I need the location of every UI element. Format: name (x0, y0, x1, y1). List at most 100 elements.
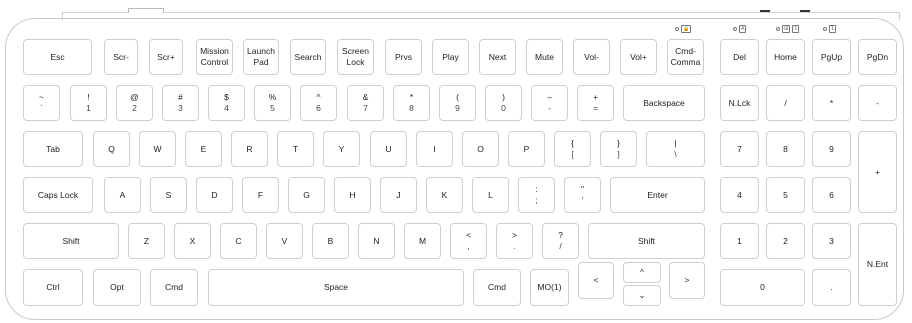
key-mission-control[interactable]: Mission Control (196, 39, 233, 75)
key-right-bracket[interactable]: }] (600, 131, 637, 167)
key-num-lock[interactable]: N.Lck (720, 85, 759, 121)
key-play[interactable]: Play (432, 39, 469, 75)
key-enter[interactable]: Enter (610, 177, 705, 213)
key-right-cmd[interactable]: Cmd (473, 269, 521, 306)
key-g[interactable]: G (288, 177, 325, 213)
key-b[interactable]: B (312, 223, 349, 259)
key-m[interactable]: M (404, 223, 441, 259)
key-num-7[interactable]: 7 (720, 131, 759, 167)
key-num-1[interactable]: 1 (720, 223, 759, 259)
key-k[interactable]: K (426, 177, 463, 213)
key-z[interactable]: Z (128, 223, 165, 259)
key-arrow-down[interactable]: ⌄ (623, 285, 661, 306)
key-launchpad[interactable]: Launch Pad (243, 39, 279, 75)
key-delete[interactable]: Del (720, 39, 759, 75)
key-l[interactable]: L (472, 177, 509, 213)
key-t[interactable]: T (277, 131, 314, 167)
key-1[interactable]: ! 1 (70, 85, 107, 121)
key-num-slash[interactable]: / (766, 85, 805, 121)
key-num-enter[interactable]: N.Ent (858, 223, 897, 306)
key-right-shift[interactable]: Shift (588, 223, 705, 259)
key-p[interactable]: P (508, 131, 545, 167)
key-u[interactable]: U (370, 131, 407, 167)
key-num-asterisk[interactable]: * (812, 85, 851, 121)
key-period[interactable]: >. (496, 223, 533, 259)
key-backslash[interactable]: | \ (646, 131, 705, 167)
key-q[interactable]: Q (93, 131, 130, 167)
key-comma[interactable]: <, (450, 223, 487, 259)
key-v[interactable]: V (266, 223, 303, 259)
key-screen-brightness-down[interactable]: Scr- (104, 39, 138, 75)
key-screen-brightness-up[interactable]: Scr+ (149, 39, 183, 75)
key-e[interactable]: E (185, 131, 222, 167)
key-y[interactable]: Y (323, 131, 360, 167)
key-arrow-up[interactable]: ^ (623, 262, 661, 283)
key-2[interactable]: @2 (116, 85, 153, 121)
key-r[interactable]: R (231, 131, 268, 167)
key-arrow-left[interactable]: < (578, 262, 614, 299)
key-3[interactable]: #3 (162, 85, 199, 121)
usb-port-notch (128, 8, 164, 13)
key-volume-down[interactable]: Vol- (573, 39, 610, 75)
key-c[interactable]: C (220, 223, 257, 259)
key-esc[interactable]: Esc (23, 39, 92, 75)
key-cmd-comma[interactable]: Cmd- Comma (667, 39, 704, 75)
key-w[interactable]: W (139, 131, 176, 167)
key-num-2[interactable]: 2 (766, 223, 805, 259)
key-num-0[interactable]: 0 (720, 269, 805, 306)
key-a[interactable]: A (104, 177, 141, 213)
key-left-bracket[interactable]: {[ (554, 131, 591, 167)
key-7[interactable]: & 7 (347, 85, 384, 121)
key-volume-up[interactable]: Vol+ (620, 39, 657, 75)
key-4[interactable]: $4 (208, 85, 245, 121)
key-o[interactable]: O (462, 131, 499, 167)
key-ctrl[interactable]: Ctrl (23, 269, 83, 306)
key-5[interactable]: % 5 (254, 85, 291, 121)
key-screen-lock[interactable]: Screen Lock (337, 39, 374, 75)
key-h[interactable]: H (334, 177, 371, 213)
key-f[interactable]: F (242, 177, 279, 213)
key-n[interactable]: N (358, 223, 395, 259)
key-0[interactable]: ) 0 (485, 85, 522, 121)
key-num-9[interactable]: 9 (812, 131, 851, 167)
key-num-decimal[interactable]: . (812, 269, 851, 306)
key-num-5[interactable]: 5 (766, 177, 805, 213)
key-num-3[interactable]: 3 (812, 223, 851, 259)
key-d[interactable]: D (196, 177, 233, 213)
key-mo1[interactable]: MO(1) (530, 269, 569, 306)
key-backspace[interactable]: Backspace (623, 85, 705, 121)
key-semicolon[interactable]: :; (518, 177, 555, 213)
key-previous-track[interactable]: Prvs (385, 39, 422, 75)
key-8[interactable]: * 8 (393, 85, 430, 121)
key-slash[interactable]: ? / (542, 223, 579, 259)
key-num-8[interactable]: 8 (766, 131, 805, 167)
key-arrow-right[interactable]: > (669, 262, 705, 299)
key-space[interactable]: Space (208, 269, 464, 306)
key-backtick[interactable]: ~ ` (23, 85, 60, 121)
key-equal[interactable]: + = (577, 85, 614, 121)
key-num-4[interactable]: 4 (720, 177, 759, 213)
key-left-cmd[interactable]: Cmd (150, 269, 198, 306)
key-next-track[interactable]: Next (479, 39, 516, 75)
numlock-indicator: 1 (823, 25, 837, 33)
key-home[interactable]: Home (766, 39, 805, 75)
key-j[interactable]: J (380, 177, 417, 213)
key-caps-lock[interactable]: Caps Lock (23, 177, 93, 213)
key-tab[interactable]: Tab (23, 131, 83, 167)
key-page-down[interactable]: PgDn (858, 39, 897, 75)
key-minus[interactable]: – - (531, 85, 568, 121)
key-page-up[interactable]: PgUp (812, 39, 851, 75)
key-quote[interactable]: " ' (564, 177, 601, 213)
key-num-plus[interactable]: + (858, 131, 897, 213)
key-i[interactable]: I (416, 131, 453, 167)
key-x[interactable]: X (174, 223, 211, 259)
key-left-shift[interactable]: Shift (23, 223, 119, 259)
key-search[interactable]: Search (290, 39, 326, 75)
key-mute[interactable]: Mute (526, 39, 563, 75)
key-s[interactable]: S (150, 177, 187, 213)
key-6[interactable]: ^ 6 (300, 85, 337, 121)
key-option[interactable]: Opt (93, 269, 141, 306)
key-num-6[interactable]: 6 (812, 177, 851, 213)
key-num-minus[interactable]: - (858, 85, 897, 121)
key-9[interactable]: (9 (439, 85, 476, 121)
